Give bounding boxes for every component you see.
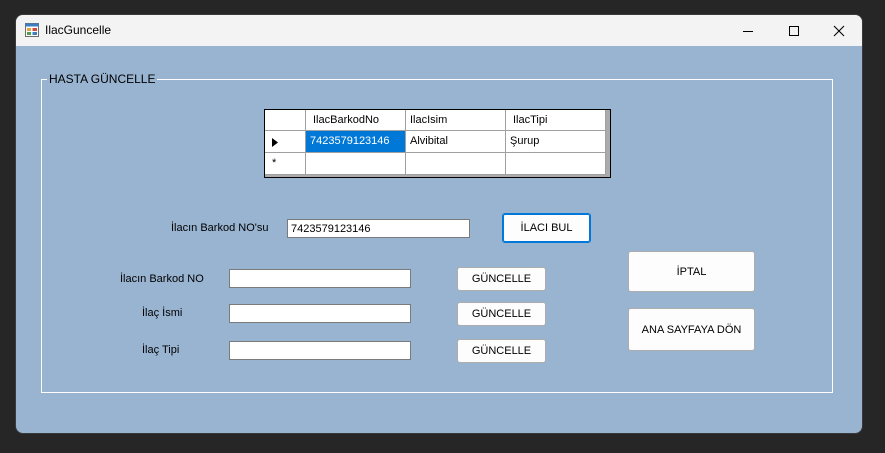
search-barkod-input[interactable] — [287, 219, 470, 238]
close-icon — [833, 25, 845, 37]
title-bar[interactable]: IlacGuncelle — [16, 15, 862, 46]
grid-cell-tipi[interactable]: Şurup — [506, 131, 606, 153]
update-tipi-button[interactable]: GÜNCELLE — [457, 339, 546, 363]
minimize-icon — [743, 31, 753, 32]
row-header[interactable] — [265, 131, 306, 153]
tipi-input[interactable] — [229, 341, 411, 360]
new-row-header[interactable]: * — [265, 153, 306, 175]
grid-cell-barkod[interactable]: 7423579123146 — [306, 131, 406, 153]
isim-label: İlaç İsmi — [142, 307, 183, 319]
grid-corner-header[interactable] — [265, 110, 306, 131]
winforms-app-icon — [25, 23, 39, 37]
barkod-label: İlacın Barkod NO — [120, 273, 204, 285]
isim-input[interactable] — [229, 304, 411, 323]
minimize-button[interactable] — [725, 15, 771, 46]
new-row-asterisk-icon: * — [272, 157, 277, 169]
current-row-arrow-icon — [272, 138, 278, 147]
grid-cell-isim[interactable]: Alvibital — [406, 131, 506, 153]
column-header-ilactipi[interactable]: IlacTipi — [506, 110, 606, 131]
cancel-button[interactable]: İPTAL — [628, 251, 755, 292]
update-isim-button[interactable]: GÜNCELLE — [457, 302, 546, 326]
app-window: IlacGuncelle HASTA GÜNCELLE IlacBarkodNo… — [16, 15, 862, 433]
back-to-main-button[interactable]: ANA SAYFAYA DÖN — [628, 308, 755, 351]
column-header-ilacisim[interactable]: IlacIsim — [406, 110, 506, 131]
tipi-label: İlaç Tipi — [142, 344, 180, 356]
new-row-cell[interactable] — [406, 153, 506, 175]
data-grid[interactable]: IlacBarkodNo IlacIsim IlacTipi 742357912… — [264, 109, 611, 178]
window-title: IlacGuncelle — [45, 23, 112, 37]
update-barkod-button[interactable]: GÜNCELLE — [457, 267, 546, 291]
group-box-label: HASTA GÜNCELLE — [47, 72, 158, 86]
search-barkod-label: İlacın Barkod NO'su — [171, 222, 269, 234]
maximize-button[interactable] — [771, 15, 817, 46]
new-row-cell[interactable] — [506, 153, 606, 175]
find-drug-button[interactable]: İLACI BUL — [502, 213, 591, 243]
new-row-cell[interactable] — [306, 153, 406, 175]
maximize-icon — [789, 26, 799, 36]
barkod-input[interactable] — [229, 269, 411, 288]
column-header-ilacbarkodno[interactable]: IlacBarkodNo — [306, 110, 406, 131]
close-button[interactable] — [816, 15, 862, 46]
